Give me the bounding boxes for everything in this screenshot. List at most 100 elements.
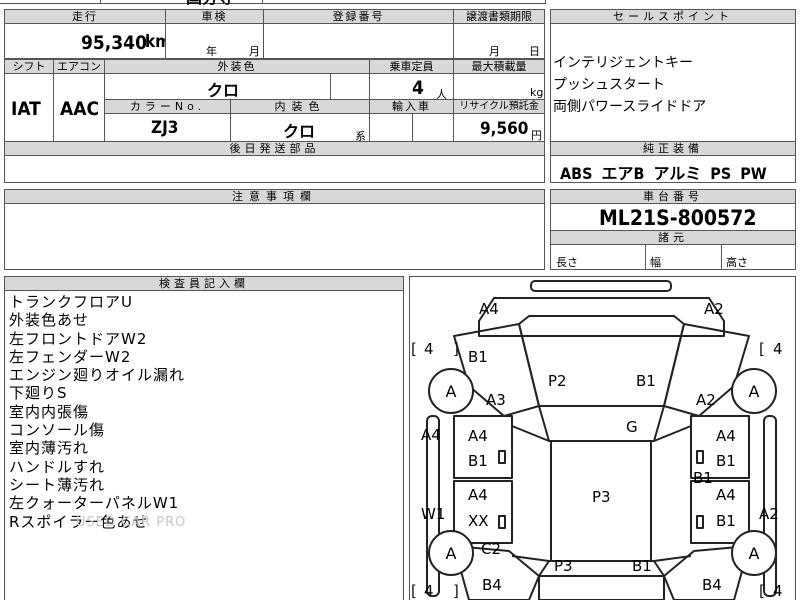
exterior-header: 外装色 [104,59,370,74]
chassis-value: ML21S-800572 [599,206,757,230]
damage-label: B4 [702,576,722,594]
damage-label: C2 [481,540,502,558]
sales-point-line: 両側パワースライドドア [553,99,707,115]
damage-label: A4 [468,427,488,445]
damage-label: A4 [716,486,736,504]
tire-front-left: A [428,368,474,414]
shift-cell: IAT [4,73,54,142]
damage-label: P3 [554,557,573,575]
door-handle [498,450,506,464]
dimensions-header: 諸元 [550,230,796,245]
registration-header: 登録番号 [263,9,454,24]
damage-label: P3 [592,488,611,506]
recycle-cell: 9,560 円 [453,113,545,142]
door-handle [498,515,506,529]
tire-rear-left: A [428,530,474,576]
a-pillar-left [511,425,550,442]
tire-front-right: A [731,368,777,414]
max-load-cell: kg [453,73,545,100]
transfer-cell: 月 日 [453,23,545,59]
top-cut-divider [262,0,263,4]
dimension-height-cell: 高さ [721,244,796,270]
a-pillar-right [653,425,692,442]
caution-cell [4,203,545,270]
damage-label: A4 [468,486,488,504]
capacity-value: 4 [412,77,424,99]
back-door-outline [538,575,665,600]
exterior-cell: クロ [104,73,331,100]
inspection-year-unit: 年 [206,45,217,58]
later-parts-header: 後日発送部品 [4,141,545,156]
top-cut-text: 国分寺 [186,0,234,8]
aircon-cell: AAC [53,73,105,142]
aircon-header: エアコン [53,59,105,74]
inspector-note: 室内薄汚れ [9,439,90,458]
tire-depth-rr: 4 [773,582,783,600]
inspector-note: 左フロントドアW2 [9,329,148,348]
sales-points-cell: インテリジェントキー プッシュスタート 両側パワースライドドア [550,23,796,142]
damage-label: B1 [468,348,488,366]
max-load-header: 最大積載量 [453,59,545,74]
recycle-header: リサイクル預託金 [453,99,545,114]
damage-label: A2 [704,300,724,318]
inspector-note: ハンドルすれ [9,457,106,476]
chassis-header: 車台番号 [550,189,796,204]
interior-header: 内装色 [230,99,370,114]
color-no-header: カラーNo. [104,99,231,114]
recycle-unit: 円 [531,129,542,142]
damage-label: W1 [421,505,446,523]
door-handle [696,515,704,529]
equipment-value: ABS エアB アルミ PS PW [560,164,767,183]
damage-label: B4 [482,576,502,594]
front-bumper-strip [530,280,672,292]
damage-label: A4 [716,427,736,445]
equipment-header: 純正装備 [550,141,796,156]
inspector-note: 外装色あせ [9,311,90,330]
inspector-note: シート薄汚れ [9,475,106,494]
damage-label: A2 [759,505,779,523]
tire-depth-bracket-fr: [ [759,340,765,358]
import-header: 輸入車 [369,99,454,114]
inspector-note: トランクフロアU [9,293,133,311]
tire-depth-bracket-fl-close: ] [453,340,459,358]
windshield-outline [538,405,665,442]
inspector-note: 下廻りS [9,384,68,403]
registration-cell [263,23,454,59]
color-no-cell: ZJ3 [104,113,231,142]
damage-label: A3 [486,391,506,409]
watermark: USED CAR PRO [76,515,187,530]
exterior-extra-cell [330,73,370,100]
inspection-header: 車検 [165,9,264,24]
shift-value: IAT [11,98,41,120]
damage-label: A4 [479,300,499,318]
door-handle [696,450,704,464]
damage-label: A2 [696,391,716,409]
damage-label: B1 [632,557,652,575]
inspection-cell: 年 月 [165,23,264,59]
inspector-note: 左クォーターパネルW1 [9,494,180,513]
dimension-width-cell: 幅 [645,244,722,270]
mileage-header: 走行 [4,9,166,24]
mileage-unit: km [145,32,165,52]
damage-label: B1 [693,469,713,487]
import-cell-1 [369,113,413,142]
tire-depth-fr: 4 [773,340,783,358]
damage-label: B1 [636,372,656,390]
chassis-cell: ML21S-800572 [550,203,796,231]
dimension-width-label: 幅 [650,256,661,269]
max-load-unit: kg [530,86,544,99]
transfer-month-unit: 月 [489,45,500,58]
tire-depth-bracket-rl-close: ] [453,582,459,600]
mileage-value: 95,340 [81,32,147,54]
tire-rear-right: A [731,530,777,576]
dimension-height-label: 高さ [726,256,748,269]
damage-label: G [626,418,638,436]
damage-label: B1 [716,452,736,470]
damage-label: A4 [421,426,441,444]
tire-depth-fl: 4 [424,340,434,358]
transfer-header: 譲渡書類期限 [453,9,545,24]
interior-cell: クロ 系 [230,113,370,142]
inspection-month-unit: 月 [249,45,260,58]
shift-header: シフト [4,59,54,74]
inspector-note: 左フェンダーW2 [9,347,132,366]
